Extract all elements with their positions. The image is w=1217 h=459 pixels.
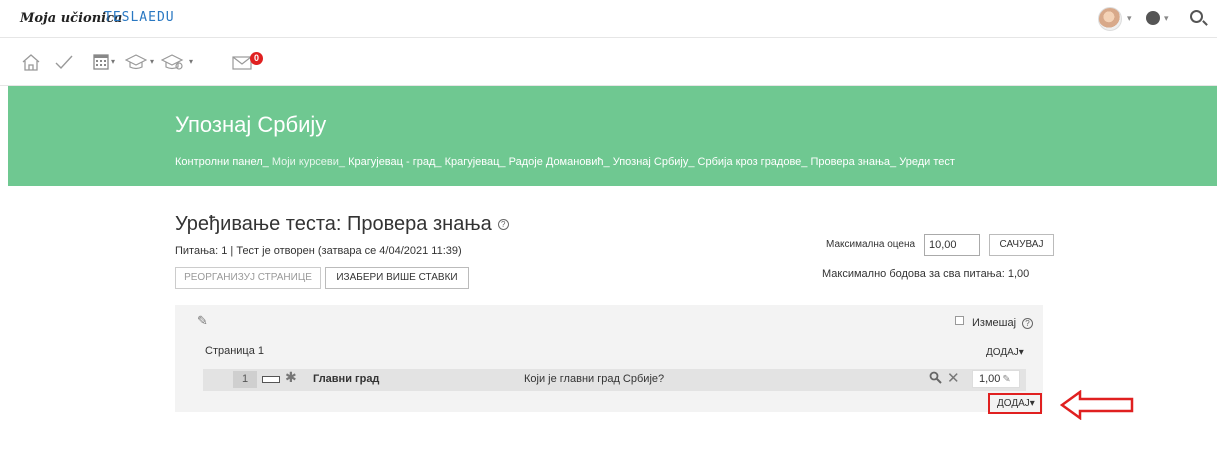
- gear-icon[interactable]: ✱: [285, 369, 297, 386]
- breadcrumb: Контролни панел_ Моји курсеви_ Крагујева…: [175, 156, 955, 168]
- shuffle-label-text: Измешај: [972, 317, 1017, 329]
- courses-caret[interactable]: ▾: [150, 57, 154, 66]
- calendar-icon[interactable]: [93, 52, 109, 70]
- breadcrumb-item[interactable]: Крагујевац - град_: [348, 156, 441, 168]
- graduation-cap-settings-icon[interactable]: [161, 54, 185, 70]
- page-label: Страница 1: [205, 345, 265, 357]
- top-bar: Moja učionica TESLAEDU ▾ ▾: [0, 0, 1217, 38]
- language-menu-caret[interactable]: ▾: [1164, 13, 1169, 24]
- question-number: 1: [233, 371, 257, 388]
- edit-mark-pencil-icon[interactable]: ✎: [1002, 374, 1010, 385]
- select-multiple-button[interactable]: ИЗАБЕРИ ВИШЕ СТАВКИ: [325, 267, 469, 289]
- highlight-box: [988, 393, 1042, 414]
- delete-close-icon[interactable]: ✕: [947, 369, 960, 387]
- breadcrumb-item[interactable]: Моји курсеви_: [272, 156, 345, 168]
- question-name[interactable]: Главни град: [313, 373, 379, 385]
- max-grade-label: Максимална оцена: [826, 239, 916, 250]
- breadcrumb-item[interactable]: Србија кроз градове_: [698, 156, 808, 168]
- breadcrumb-item[interactable]: Крагујевац_: [445, 156, 506, 168]
- breadcrumb-item[interactable]: Контролни панел_: [175, 156, 269, 168]
- max-points-total: Максимално бодова за сва питања: 1,00: [822, 268, 1030, 280]
- course-title: Упознај Србију: [175, 112, 327, 137]
- manage-courses-caret[interactable]: ▾: [189, 57, 193, 66]
- page-title: Уређивање теста: Провера знања?: [175, 213, 509, 236]
- graduation-cap-icon[interactable]: [125, 54, 147, 70]
- home-icon[interactable]: [22, 54, 40, 71]
- breadcrumb-item[interactable]: Радоје Домановић_: [509, 156, 610, 168]
- language-globe-icon[interactable]: [1146, 11, 1160, 25]
- avatar[interactable]: [1098, 7, 1122, 31]
- red-arrow-annotation: [1060, 390, 1134, 420]
- brand-logo[interactable]: TESLAEDU: [104, 10, 175, 25]
- add-menu-link-top[interactable]: ДОДАЈ▾: [986, 347, 1024, 358]
- search-icon[interactable]: [1190, 10, 1203, 23]
- shuffle-checkbox[interactable]: [955, 316, 964, 325]
- calendar-caret[interactable]: ▾: [111, 57, 115, 66]
- help-icon[interactable]: ?: [497, 219, 509, 231]
- breadcrumb-item: Уреди тест: [899, 156, 955, 168]
- breadcrumb-item[interactable]: Упознај Србију_: [613, 156, 695, 168]
- page-title-text: Уређивање теста: Провера знања: [175, 213, 492, 235]
- help-icon[interactable]: ?: [1022, 317, 1034, 329]
- messages-icon[interactable]: [232, 56, 252, 70]
- reorganize-pages-button[interactable]: РЕОРГАНИЗУЈ СТРАНИЦЕ: [175, 267, 321, 289]
- checkmark-icon[interactable]: [54, 54, 74, 70]
- question-text: Који је главни град Србије?: [524, 373, 665, 385]
- quiz-section-panel: [175, 305, 1043, 412]
- nav-bar: ▾ ▾ ▾: [0, 38, 1217, 86]
- save-button[interactable]: САЧУВАЈ: [989, 234, 1054, 256]
- user-menu-caret[interactable]: ▾: [1127, 13, 1132, 24]
- preview-magnifier-icon[interactable]: [929, 371, 942, 384]
- short-answer-type-icon: [262, 376, 280, 383]
- question-mark-input[interactable]: 1,00 ✎: [972, 370, 1020, 388]
- max-grade-input[interactable]: 10,00: [924, 234, 980, 256]
- edit-pencil-icon[interactable]: ✎: [197, 313, 208, 329]
- breadcrumb-item[interactable]: Провера знања_: [810, 156, 896, 168]
- shuffle-label: Измешај?: [972, 317, 1034, 329]
- messages-badge[interactable]: 0: [250, 52, 263, 65]
- quiz-status: Питања: 1 | Тест је отворен (затвара се …: [175, 245, 462, 257]
- question-mark-value: 1,00: [979, 373, 1001, 385]
